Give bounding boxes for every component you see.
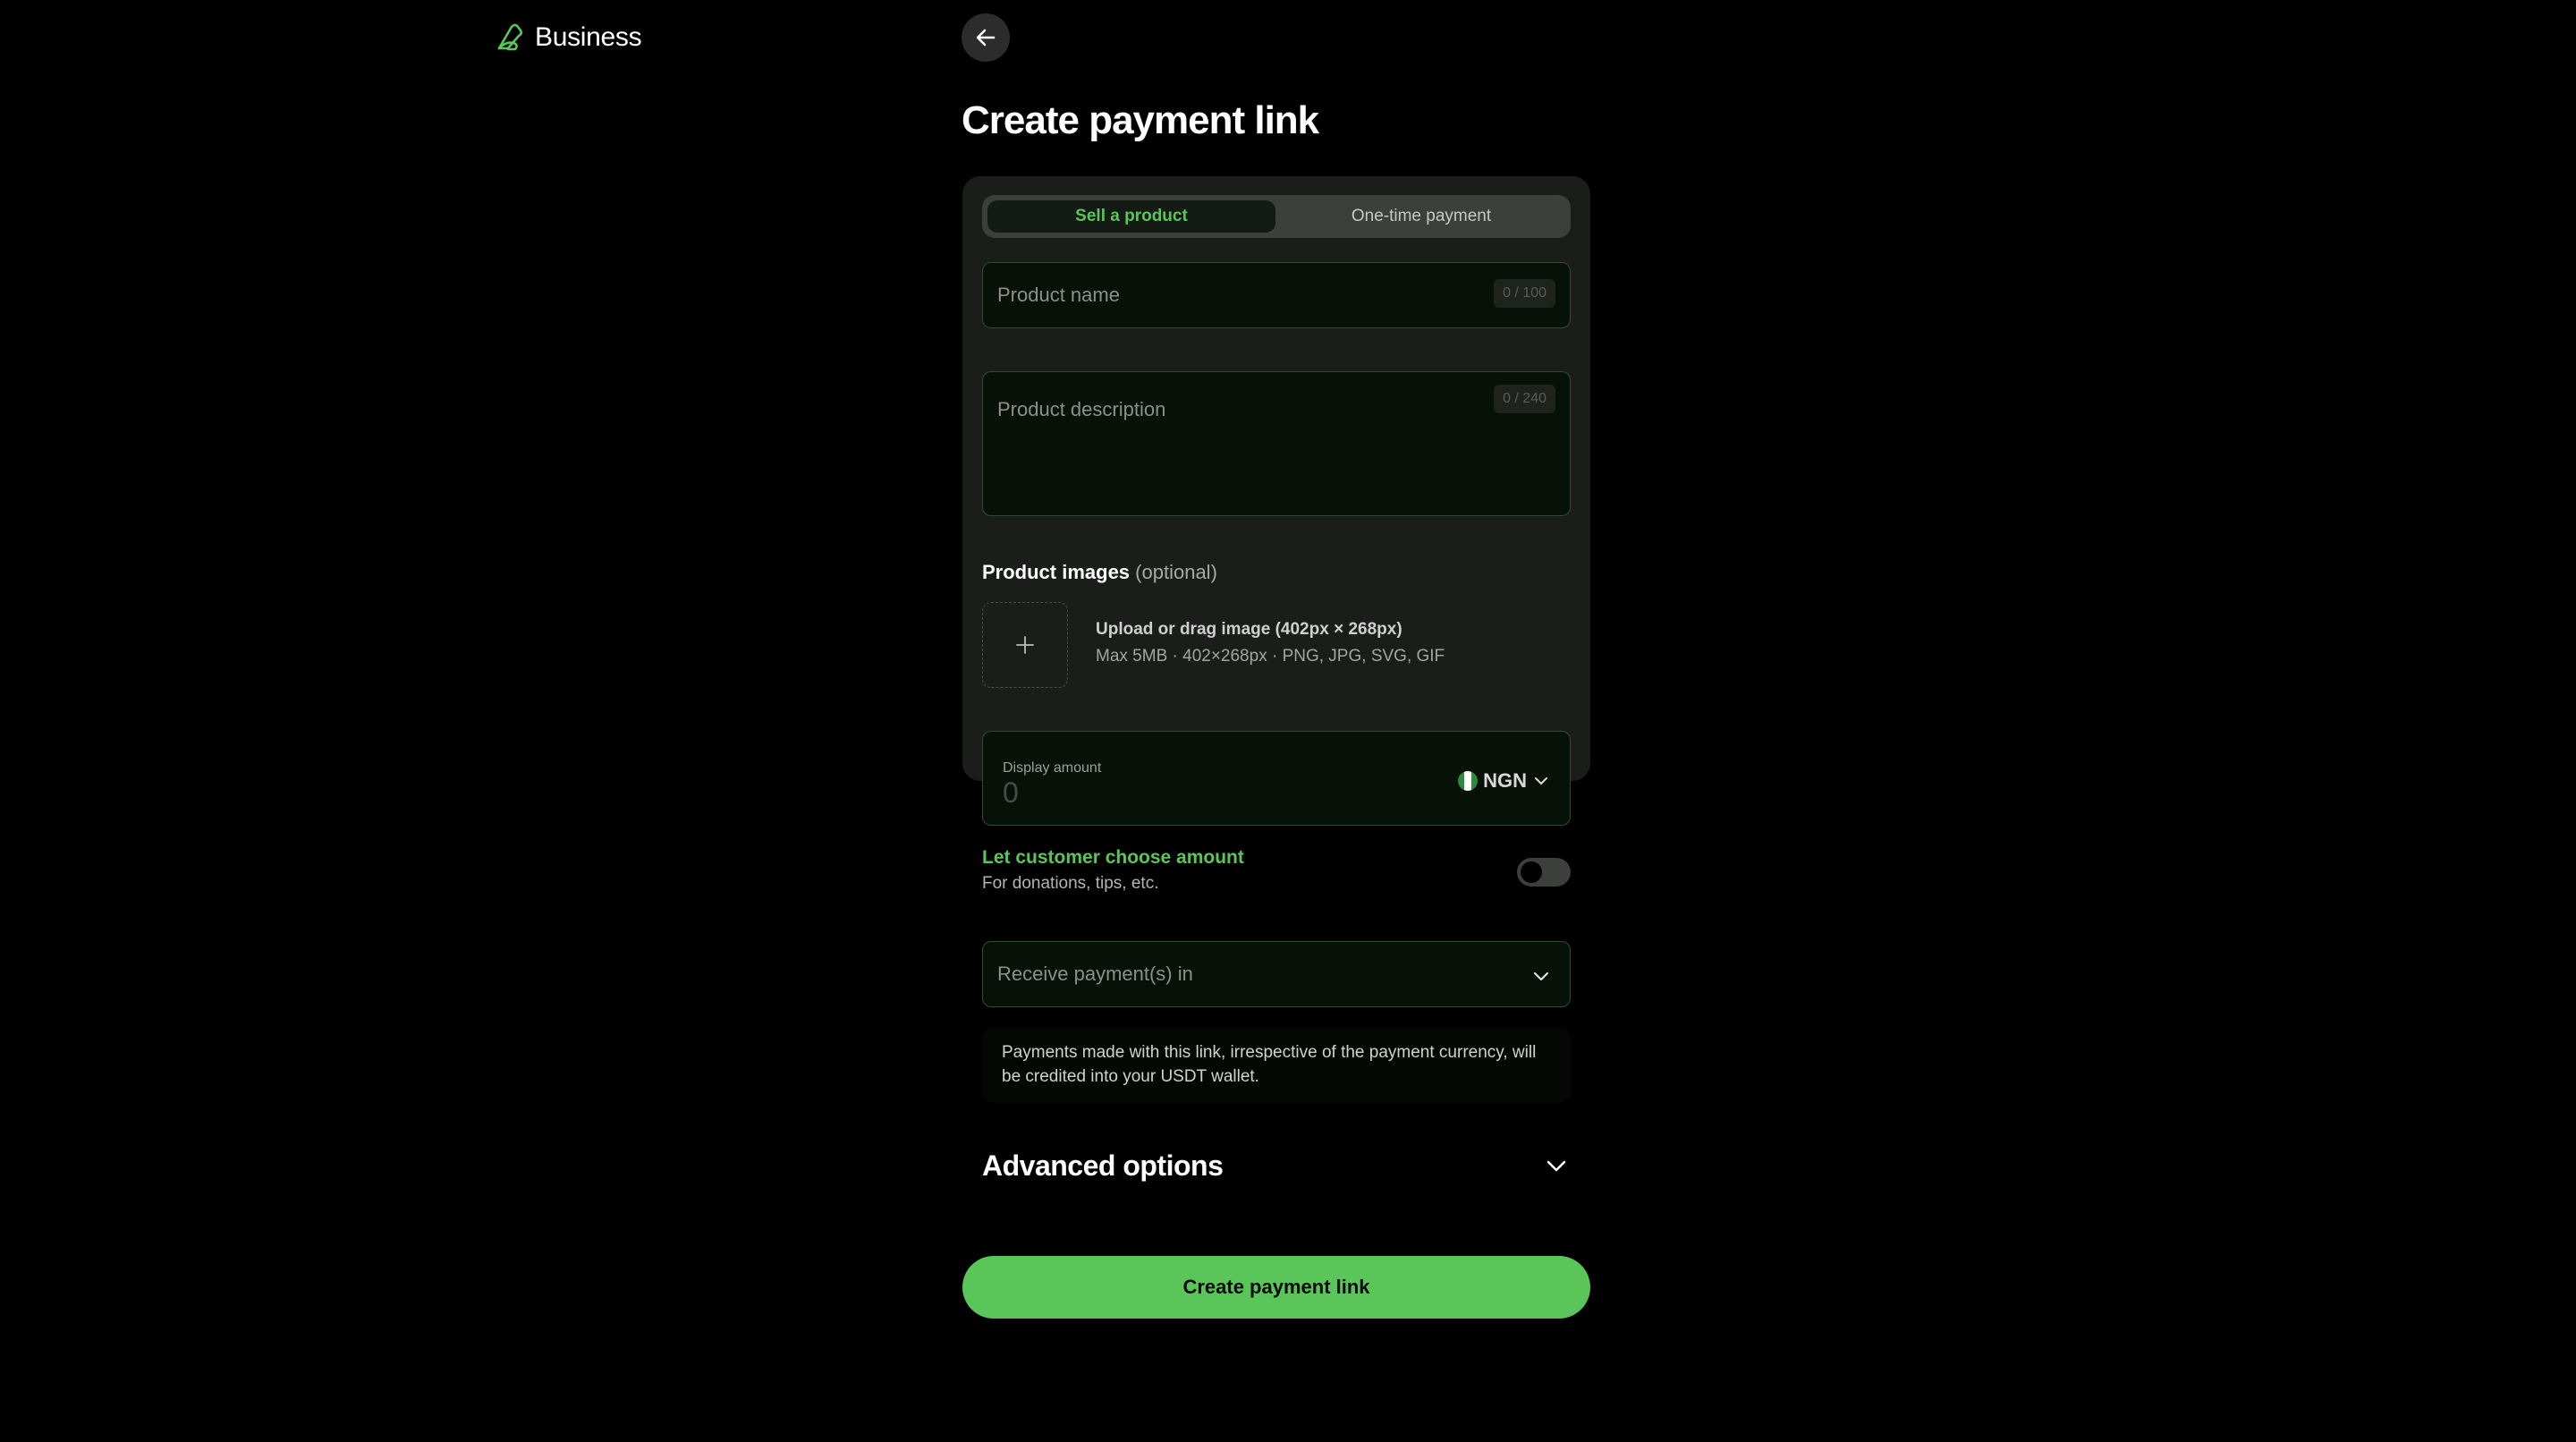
receive-payment-chevron: [1530, 965, 1552, 987]
upload-requirements: Max 5MB · 402×268px · PNG, JPG, SVG, GIF: [1096, 647, 1445, 666]
toggle-knob: [1521, 861, 1542, 883]
image-upload-button[interactable]: [982, 602, 1068, 688]
plus-icon: [1016, 636, 1034, 654]
arrow-left-icon: [976, 29, 996, 47]
product-images-label: Product images (optional): [982, 561, 1217, 584]
nigeria-flag-icon: [1458, 771, 1479, 791]
currency-selector[interactable]: NGN: [1458, 769, 1550, 793]
payment-link-form-card: Sell a product One-time payment Product …: [962, 176, 1590, 1182]
product-name-placeholder: Product name: [997, 284, 1120, 306]
product-name-counter: 0 / 100: [1494, 279, 1555, 308]
payment-currency-note: Payments made with this link, irrespecti…: [982, 1028, 1571, 1103]
chevron-down-icon: [1535, 777, 1547, 785]
receive-payment-select[interactable]: Receive payment(s) in: [982, 941, 1571, 1007]
product-description-placeholder: Product description: [997, 398, 1166, 420]
link-type-tabs: Sell a product One-time payment: [982, 195, 1571, 238]
choose-amount-subtitle: For donations, tips, etc.: [982, 874, 1159, 893]
display-amount-field[interactable]: Display amount 0 NGN: [982, 731, 1571, 826]
advanced-options-toggle[interactable]: Advanced options: [982, 1144, 1571, 1187]
brand-logo[interactable]: Business: [494, 21, 642, 54]
advanced-options-label: Advanced options: [982, 1149, 1224, 1182]
product-images-title: Product images: [982, 561, 1131, 583]
product-description-field[interactable]: Product description 0 / 240: [982, 371, 1571, 516]
chevron-down-icon: [1546, 1160, 1566, 1172]
tab-one-time-payment[interactable]: One-time payment: [1277, 200, 1565, 233]
currency-code: NGN: [1483, 769, 1527, 792]
logo-icon: [497, 23, 522, 51]
display-amount-value: 0: [1003, 776, 1019, 809]
back-button[interactable]: [962, 13, 1010, 62]
receive-payment-placeholder: Receive payment(s) in: [997, 963, 1193, 985]
product-description-counter: 0 / 240: [1494, 385, 1555, 413]
upload-instructions: Upload or drag image (402px × 268px): [1096, 620, 1402, 639]
display-amount-label: Display amount: [1003, 760, 1102, 776]
product-name-field[interactable]: Product name 0 / 100: [982, 262, 1571, 328]
chevron-down-icon: [1533, 971, 1549, 981]
page-title: Create payment link: [962, 98, 1319, 142]
brand-name: Business: [535, 22, 642, 52]
choose-amount-title: Let customer choose amount: [982, 847, 1244, 868]
tab-sell-a-product[interactable]: Sell a product: [987, 200, 1275, 233]
product-images-optional: (optional): [1135, 561, 1217, 583]
create-payment-link-button[interactable]: Create payment link: [962, 1256, 1590, 1319]
choose-amount-toggle[interactable]: [1517, 858, 1571, 886]
